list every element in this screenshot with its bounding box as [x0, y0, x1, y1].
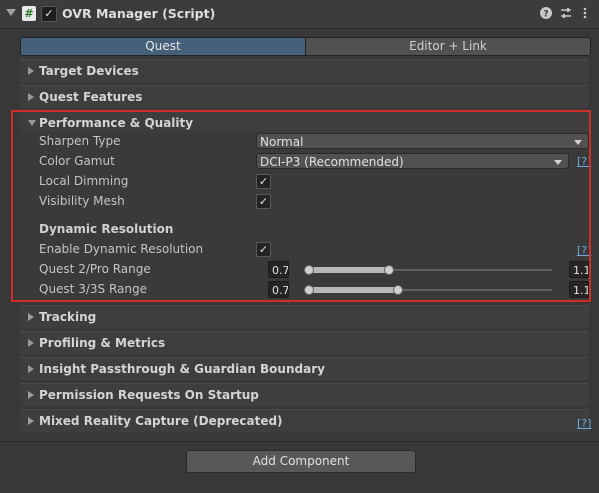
mixed-reality-capture-help-link[interactable]: [?] [577, 417, 591, 430]
section-quest-features[interactable]: Quest Features [20, 85, 589, 108]
section-profiling-metrics[interactable]: Profiling & Metrics [20, 331, 589, 354]
component-title: OVR Manager (Script) [62, 6, 216, 21]
section-label: Mixed Reality Capture (Deprecated) [39, 414, 283, 428]
tab-quest[interactable]: Quest [21, 38, 305, 55]
section-label: Permission Requests On Startup [39, 388, 259, 402]
component-enabled-checkbox[interactable]: ✓ [41, 6, 57, 22]
expand-arrow-icon [28, 67, 34, 75]
expand-arrow-icon [28, 417, 34, 425]
svg-text:?: ? [543, 10, 548, 20]
section-label: Target Devices [39, 64, 139, 78]
platform-tabs: Quest Editor + Link [20, 37, 591, 56]
section-label: Tracking [39, 310, 97, 324]
expand-arrow-icon [28, 391, 34, 399]
add-component-button[interactable]: Add Component [186, 450, 416, 473]
expand-arrow-icon [28, 365, 34, 373]
section-label: Profiling & Metrics [39, 336, 166, 350]
section-label: Quest Features [39, 90, 143, 104]
section-tracking[interactable]: Tracking [20, 305, 589, 328]
highlight-box [11, 110, 591, 302]
section-label: Insight Passthrough & Guardian Boundary [39, 362, 325, 376]
section-permission-requests[interactable]: Permission Requests On Startup [20, 383, 589, 406]
divider [0, 441, 599, 442]
help-icon[interactable]: ? [539, 6, 553, 20]
script-icon: # [22, 6, 36, 21]
component-header: # ✓ OVR Manager (Script) ? [0, 0, 599, 29]
expand-arrow-icon [28, 339, 34, 347]
section-insight-passthrough[interactable]: Insight Passthrough & Guardian Boundary [20, 357, 589, 380]
expand-arrow-icon [28, 313, 34, 321]
foldout-arrow-icon[interactable] [6, 9, 16, 16]
tab-editor-link[interactable]: Editor + Link [305, 38, 590, 55]
more-options-icon[interactable] [578, 6, 592, 20]
section-mixed-reality-capture[interactable]: Mixed Reality Capture (Deprecated) [20, 409, 589, 432]
expand-arrow-icon [28, 93, 34, 101]
section-target-devices[interactable]: Target Devices [20, 59, 589, 82]
presets-icon[interactable] [559, 6, 573, 20]
